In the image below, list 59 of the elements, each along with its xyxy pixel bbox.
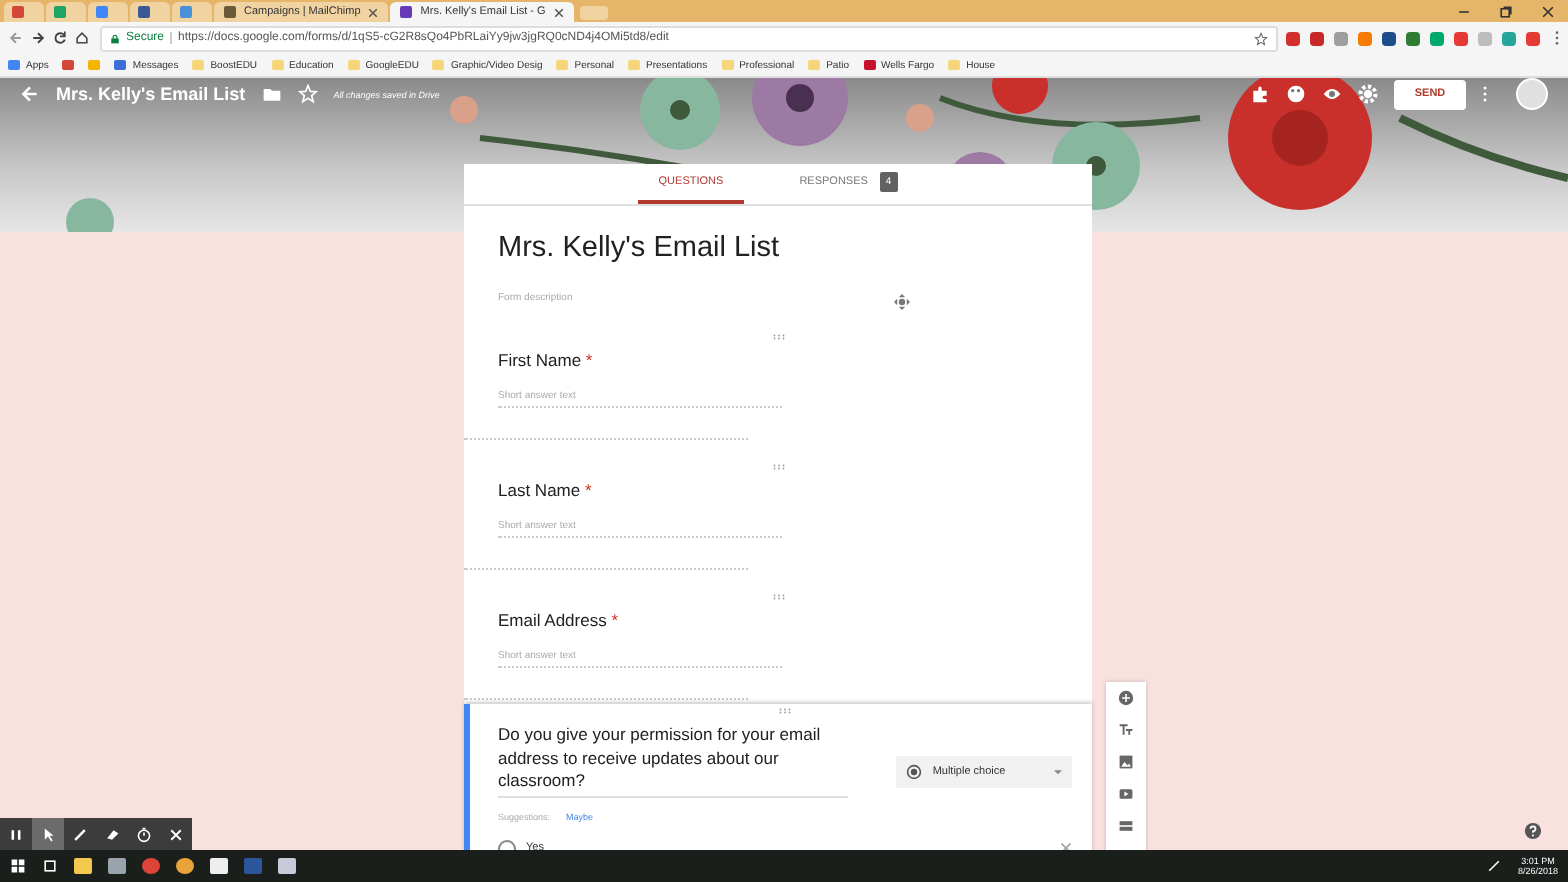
favicon-icon — [54, 6, 66, 18]
folder-icon — [721, 60, 734, 70]
folder-icon — [271, 60, 284, 70]
close-icon[interactable] — [1540, 3, 1556, 19]
folder-icon — [347, 60, 360, 70]
form-heading: Mrs. Kelly's Email List — [498, 232, 782, 264]
form-title: Mrs. Kelly's Email List — [56, 84, 246, 104]
home-icon[interactable] — [74, 30, 90, 46]
help-icon[interactable] — [1524, 822, 1542, 840]
reload-icon[interactable] — [52, 30, 68, 46]
restore-icon[interactable] — [1498, 3, 1514, 19]
pen-icon[interactable] — [1485, 858, 1502, 874]
lock-icon — [110, 33, 120, 43]
favicon-icon — [12, 6, 24, 18]
question-title-field[interactable]: Do you give your permission for your email address to receive updates about our classroom? — [498, 724, 849, 797]
question-title: Email Address * — [498, 610, 621, 630]
drag-handle-icon[interactable] — [772, 594, 786, 600]
site-icon — [863, 60, 875, 70]
favicon-icon — [180, 6, 192, 18]
folder-icon — [192, 60, 205, 70]
star-icon[interactable] — [1254, 31, 1268, 45]
back-arrow-icon[interactable] — [8, 30, 24, 46]
drag-handle-icon[interactable] — [772, 334, 786, 340]
favicon-icon — [138, 6, 150, 18]
add-icon[interactable] — [1118, 690, 1134, 706]
caret-icon — [1054, 769, 1062, 775]
browser-tab[interactable] — [130, 2, 170, 22]
move-cursor-icon — [894, 294, 910, 310]
folder-icon — [432, 60, 445, 70]
favicon-icon — [224, 6, 236, 18]
folder-icon — [556, 60, 569, 70]
pointer-icon[interactable] — [32, 818, 64, 850]
drag-handle-icon[interactable] — [778, 708, 792, 714]
section-icon[interactable] — [1118, 818, 1134, 834]
eye-icon[interactable] — [1322, 84, 1342, 104]
task-view-icon[interactable] — [42, 858, 58, 874]
favicon-icon — [400, 6, 413, 18]
puzzle-icon[interactable] — [1250, 84, 1270, 104]
more-icon[interactable] — [1554, 30, 1560, 46]
drag-handle-icon[interactable] — [772, 464, 786, 470]
palette-icon[interactable] — [1286, 84, 1306, 104]
close-icon[interactable] — [368, 7, 379, 17]
radio-icon — [906, 764, 923, 780]
folder-icon — [628, 60, 640, 70]
question-title: Last Name * — [498, 480, 594, 500]
favicon-icon — [96, 6, 108, 18]
folder-icon — [948, 60, 961, 70]
windows-start-icon[interactable] — [10, 858, 26, 874]
more-icon[interactable] — [1482, 84, 1488, 104]
folder-icon — [808, 60, 821, 70]
folder-icon[interactable] — [261, 84, 282, 104]
question-title: First Name * — [498, 350, 595, 370]
close-icon[interactable] — [553, 7, 564, 17]
settings-icon[interactable] — [1358, 84, 1378, 104]
forward-arrow-icon[interactable] — [30, 30, 46, 46]
video-icon[interactable] — [1118, 786, 1134, 802]
image-icon[interactable] — [1118, 754, 1134, 770]
text-icon[interactable] — [1118, 722, 1134, 738]
site-icon — [8, 60, 20, 70]
